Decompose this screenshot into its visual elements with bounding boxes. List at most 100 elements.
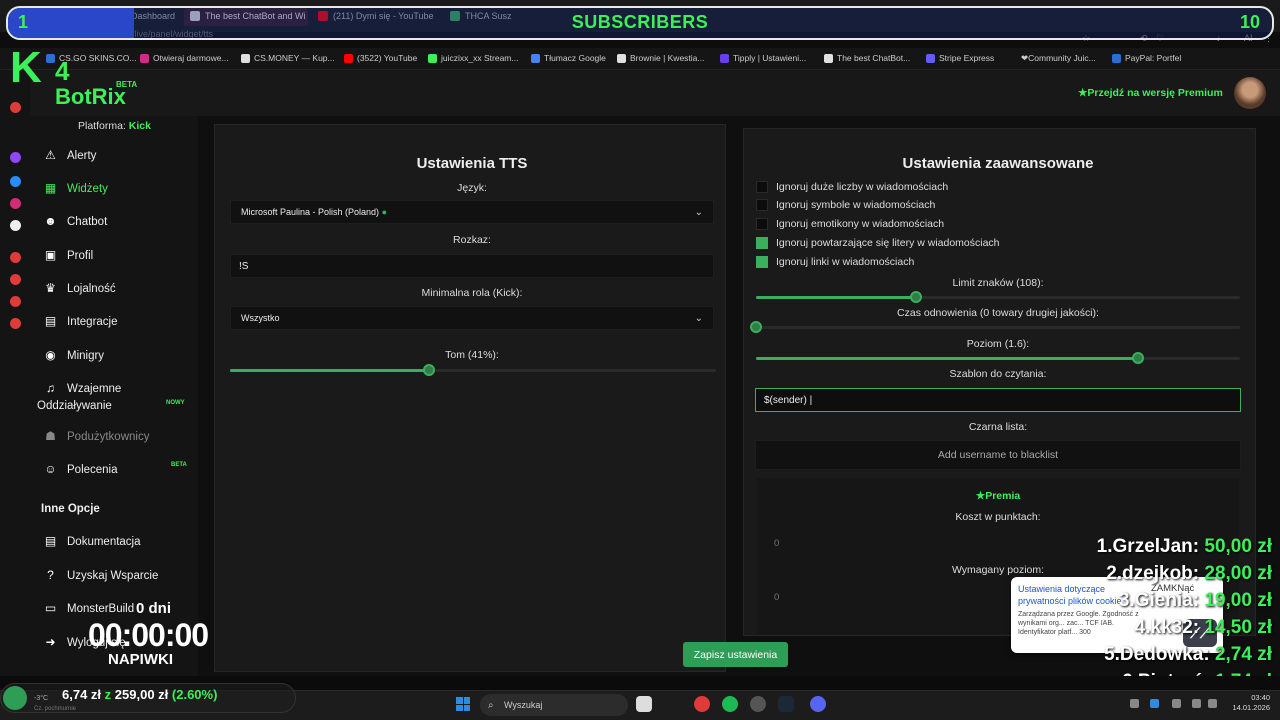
sidebar-item-wzajemne[interactable]: ♫ Wzajemne (44, 382, 121, 395)
sidebar-item-profil[interactable]: ▣ Profil (44, 249, 93, 262)
sidebar-item-label: Profil (67, 249, 94, 262)
blacklist-input[interactable]: Add username to blacklist (755, 440, 1241, 470)
bookmark-item[interactable]: CS.MONEY — Kup... (241, 53, 335, 63)
volume-slider[interactable] (230, 364, 716, 376)
logo-k: K (10, 43, 42, 92)
integration-icon: ▤ (44, 314, 57, 328)
instagram-icon[interactable] (10, 198, 21, 209)
sidebar-item-minigry[interactable]: ◉ Minigry (44, 349, 104, 362)
sidebar-item-wsparcie[interactable]: ? Uzyskaj Wsparcie (44, 569, 158, 582)
sidebar-item-lojalnosc[interactable]: ♛ Lojalność (44, 282, 115, 295)
template-label: Szablon do czytania: (949, 368, 1047, 380)
discord-icon[interactable] (810, 696, 826, 712)
taskbar-search[interactable]: ⌕ Wyszukaj (480, 694, 628, 716)
checkbox-label: Ignoruj powtarzające się litery w wiadom… (776, 237, 1000, 249)
bookmark-favicon (1008, 54, 1017, 63)
premium-upgrade-link[interactable]: ★Przejdź na wersję Premium (1078, 87, 1223, 99)
music-note-icon: ♫ (46, 381, 55, 395)
sidebar-item-wzajemne-line2[interactable]: Oddziaływanie (37, 400, 112, 412)
taskbar-clock[interactable]: 03:40 14.01.2026 (1222, 693, 1270, 713)
tray-chevron-icon[interactable] (1130, 699, 1139, 708)
leaderboard-amount: 50,00 zł (1204, 536, 1272, 557)
bookmark-favicon (428, 53, 437, 63)
beta-badge: BETA (171, 462, 187, 468)
command-input[interactable]: !S (230, 254, 714, 278)
checkbox[interactable] (756, 199, 768, 211)
sidebar-item-polecenia[interactable]: ☺ Polecenia (44, 463, 118, 476)
bookmark-item[interactable]: Tłumacz Google (531, 53, 606, 63)
bookmark-favicon (531, 53, 540, 63)
leaderboard-amount: 14,50 zł (1204, 617, 1272, 638)
checkbox[interactable] (756, 218, 768, 230)
tray-volume-icon[interactable] (1208, 699, 1217, 708)
checkbox[interactable] (756, 256, 768, 268)
bookmark-item[interactable]: Otwieraj darmowe... (140, 53, 229, 63)
save-settings-button[interactable]: Zapisz ustawienia (683, 642, 788, 667)
windows-start-icon[interactable] (456, 697, 470, 711)
other-options-heading: Inne Opcje (41, 503, 100, 515)
bookmark-item[interactable]: Tipply | Ustawieni... (720, 53, 806, 63)
sidebar-item-integracje[interactable]: ▤ Integracje (44, 315, 118, 328)
cooldown-slider-handle[interactable] (750, 321, 762, 333)
level-slider[interactable] (756, 352, 1240, 364)
donation-sep: z (104, 687, 112, 702)
music-icon[interactable] (10, 252, 21, 263)
bookmark-item[interactable]: Brownie | Kwestia... (617, 53, 705, 63)
char-limit-slider-handle[interactable] (909, 291, 922, 303)
gamepad-icon: ◉ (45, 348, 56, 362)
monitor-icon: ▭ (44, 601, 57, 615)
min-role-select[interactable]: Wszystko ⌄ (230, 306, 714, 330)
checkbox-ignore-large-numbers[interactable]: Ignoruj duże liczby w wiadomościach (756, 181, 948, 193)
sidebar-item-label: Widżety (67, 182, 108, 195)
tray-display-icon[interactable] (1192, 699, 1201, 708)
checkbox-ignore-symbols[interactable]: Ignoruj symbole w wiadomościach (756, 199, 935, 211)
sidebar-item-monsterbuild[interactable]: ▭ MonsterBuild (44, 602, 134, 615)
bookmark-item[interactable]: PayPal: Portfel (1112, 53, 1181, 63)
warning-icon: ⚠ (45, 148, 56, 162)
task-view-icon[interactable] (636, 696, 652, 712)
tray-mic-icon[interactable] (1172, 699, 1181, 708)
settings-icon[interactable] (10, 318, 21, 329)
bookmark-item[interactable]: (3522) YouTube (344, 53, 417, 63)
volume-label: Tom (41%): (445, 349, 499, 361)
cooldown-slider[interactable] (750, 321, 1240, 333)
template-input[interactable]: $(sender) | (755, 388, 1241, 412)
steam-icon[interactable] (778, 696, 794, 712)
leaderboard-row: 2.dzejkob: 28,00 zł (1106, 563, 1272, 585)
opera-gx-icon[interactable] (694, 696, 710, 712)
level-label: Poziom (1.6): (966, 338, 1030, 350)
sidebar-item-dokumentacja[interactable]: ▤ Dokumentacja (44, 535, 141, 548)
chevron-down-icon: ⌄ (694, 206, 703, 218)
sidebar-item-label: Integracje (67, 315, 118, 328)
tips-timer-label: NAPIWKI (108, 651, 173, 668)
twitch-icon[interactable] (10, 152, 21, 163)
bookmark-item[interactable]: Stripe Express (926, 53, 994, 63)
sidebar-item-chatbot[interactable]: ☻ Chatbot (44, 215, 107, 228)
avatar[interactable] (1234, 77, 1266, 109)
char-limit-slider[interactable] (756, 291, 1240, 303)
tiktok-icon[interactable] (10, 220, 21, 231)
checkbox[interactable] (756, 237, 768, 249)
messenger-icon[interactable] (10, 176, 21, 187)
checkbox[interactable] (756, 181, 768, 193)
bookmark-label: The best ChatBot... (837, 53, 911, 63)
send-icon[interactable] (10, 296, 21, 307)
history-icon[interactable] (10, 274, 21, 285)
opera-icon[interactable] (10, 102, 21, 113)
checkbox-ignore-links[interactable]: Ignoruj linki w wiadomościach (756, 256, 914, 268)
sidebar-item-alerty[interactable]: ⚠ Alerty (44, 149, 96, 162)
bookmark-item[interactable]: juiczixx_xx Stream... (428, 53, 518, 63)
tray-network-icon[interactable] (1150, 699, 1159, 708)
checkbox-ignore-repeated-letters[interactable]: Ignoruj powtarzające się litery w wiadom… (756, 237, 1000, 249)
app-icon[interactable] (750, 696, 766, 712)
leaderboard-name: kk32: (1150, 617, 1200, 638)
sidebar-item-widzety[interactable]: ▦ Widżety (44, 182, 108, 195)
sidebar-item-poduzytkownicy[interactable]: ☗ Podużytkownicy (44, 430, 149, 443)
checkbox-ignore-emotes[interactable]: Ignoruj emotikony w wiadomościach (756, 218, 944, 230)
bookmark-item[interactable]: ❤Community Juic... (1008, 53, 1096, 64)
spotify-icon[interactable] (722, 696, 738, 712)
app-sidebar (30, 116, 198, 676)
sidebar-item-label: Polecenia (67, 463, 118, 476)
bookmark-item[interactable]: The best ChatBot... (824, 53, 910, 63)
language-select[interactable]: Microsoft Paulina - Polish (Poland) ● ⌄ (230, 200, 714, 224)
